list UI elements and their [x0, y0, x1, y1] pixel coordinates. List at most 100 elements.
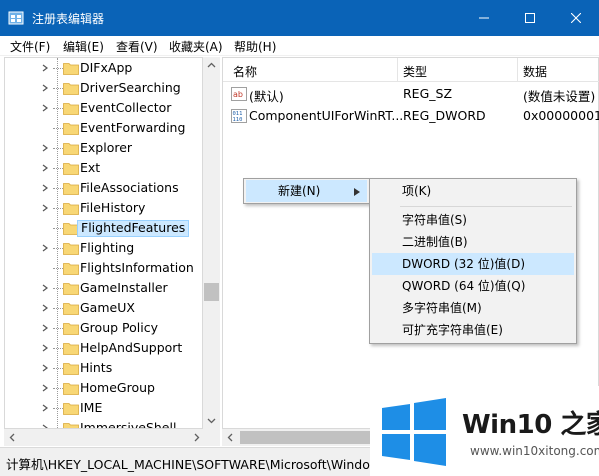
- tree-guide-line: [53, 368, 63, 369]
- current-key-path: 计算机\HKEY_LOCAL_MACHINE\SOFTWARE\Microsof…: [6, 457, 370, 472]
- tree-item[interactable]: ImmersiveShell: [5, 418, 202, 429]
- menu-favorites[interactable]: 收藏夹(A): [169, 38, 223, 55]
- scroll-left-icon[interactable]: [8, 433, 17, 442]
- column-header-type[interactable]: 类型: [403, 63, 427, 80]
- tree-guide-line: [53, 208, 63, 209]
- title-bar[interactable]: 注册表编辑器: [0, 0, 599, 36]
- tree-item[interactable]: FlightedFeatures: [5, 218, 202, 238]
- scroll-up-icon[interactable]: [207, 61, 216, 70]
- expand-chevron-icon[interactable]: [41, 344, 49, 352]
- tree-guide-line: [53, 188, 63, 189]
- scroll-right-icon[interactable]: [192, 433, 201, 442]
- value-data: (数值未设置): [523, 89, 596, 104]
- expand-chevron-icon[interactable]: [41, 284, 49, 292]
- tree-scroll-thumb[interactable]: [204, 283, 219, 301]
- tree-item-label: ImmersiveShell: [80, 420, 177, 429]
- context-menu-new[interactable]: 新建(N): [246, 180, 367, 202]
- tree-item[interactable]: FileAssociations: [5, 178, 202, 198]
- expand-chevron-icon[interactable]: [41, 304, 49, 312]
- tree-item[interactable]: EventCollector: [5, 98, 202, 118]
- tree-guide-line: [53, 308, 63, 309]
- submenu-item[interactable]: 多字符串值(M): [372, 297, 574, 319]
- tree-item[interactable]: GameInstaller: [5, 278, 202, 298]
- expand-chevron-icon[interactable]: [41, 324, 49, 332]
- context-menu: 新建(N): [243, 178, 370, 204]
- value-row-componentui[interactable]: 011 110 ComponentUIForWinRT... REG_DWORD…: [223, 105, 599, 127]
- submenu-arrow-icon: [354, 188, 360, 196]
- tree-item-label: Flighting: [80, 240, 135, 255]
- tree-item-label: HelpAndSupport: [80, 340, 183, 355]
- tree-item-label: HomeGroup: [80, 380, 155, 395]
- submenu-item[interactable]: DWORD (32 位)值(D): [372, 253, 574, 275]
- tree-item[interactable]: GameUX: [5, 298, 202, 318]
- menu-help[interactable]: 帮助(H): [234, 38, 276, 55]
- column-header-name[interactable]: 名称: [233, 63, 257, 80]
- expand-chevron-icon[interactable]: [41, 404, 49, 412]
- tree-item[interactable]: IME: [5, 398, 202, 418]
- tree-item[interactable]: Flighting: [5, 238, 202, 258]
- maximize-button[interactable]: [507, 0, 553, 36]
- tree-item[interactable]: EventForwarding: [5, 118, 202, 138]
- tree-item-label: FlightsInformation: [80, 260, 194, 275]
- menu-edit[interactable]: 编辑(E): [63, 38, 104, 55]
- minimize-button[interactable]: [461, 0, 507, 36]
- expand-chevron-icon[interactable]: [41, 104, 49, 112]
- tree-item-label: Group Policy: [80, 320, 158, 335]
- close-button[interactable]: [553, 0, 599, 36]
- tree-item-label: FileHistory: [80, 200, 146, 215]
- registry-key-tree[interactable]: DIFxApp DriverSearching EventCollector Even…: [4, 57, 203, 429]
- tree-item[interactable]: HomeGroup: [5, 378, 202, 398]
- tree-item[interactable]: Hints: [5, 358, 202, 378]
- tree-vertical-scrollbar[interactable]: [203, 57, 220, 429]
- value-type: REG_SZ: [403, 86, 453, 101]
- expand-chevron-icon[interactable]: [41, 244, 49, 252]
- tree-guide-line: [53, 388, 63, 389]
- tree-item-label: GameInstaller: [80, 280, 168, 295]
- tree-item[interactable]: FlightsInformation: [5, 258, 202, 278]
- submenu-item[interactable]: QWORD (64 位)值(Q): [372, 275, 574, 297]
- expand-chevron-icon[interactable]: [41, 204, 49, 212]
- scroll-down-icon[interactable]: [207, 416, 216, 425]
- tree-item[interactable]: HelpAndSupport: [5, 338, 202, 358]
- expand-chevron-icon[interactable]: [41, 84, 49, 92]
- list-scroll-left-icon[interactable]: [226, 433, 235, 442]
- tree-guide-line: [53, 88, 63, 89]
- context-menu-new-label: 新建(N): [278, 184, 321, 198]
- value-data: 0x00000001: [523, 108, 599, 123]
- expand-chevron-icon[interactable]: [41, 64, 49, 72]
- tree-item[interactable]: Ext: [5, 158, 202, 178]
- list-header: 名称 类型 数据: [223, 58, 599, 82]
- tree-item-label: EventCollector: [80, 100, 172, 115]
- maximize-icon: [525, 13, 535, 23]
- tree-item[interactable]: Group Policy: [5, 318, 202, 338]
- expand-chevron-icon[interactable]: [41, 164, 49, 172]
- string-value-icon: ab: [231, 87, 247, 101]
- submenu-item-label: 项(K): [402, 184, 432, 198]
- submenu-item[interactable]: 可扩充字符串值(E): [372, 319, 574, 341]
- tree-guide-line: [53, 268, 63, 269]
- tree-item[interactable]: FileHistory: [5, 198, 202, 218]
- submenu-item-key[interactable]: 项(K): [372, 180, 574, 202]
- value-type: REG_DWORD: [403, 108, 486, 123]
- tree-item[interactable]: Explorer: [5, 138, 202, 158]
- submenu-item-label: 字符串值(S): [402, 213, 467, 227]
- menu-file[interactable]: 文件(F): [10, 38, 50, 55]
- tree-item[interactable]: DIFxApp: [5, 58, 202, 78]
- submenu-item[interactable]: 二进制值(B): [372, 231, 574, 253]
- menu-view[interactable]: 查看(V): [116, 38, 158, 55]
- expand-chevron-icon[interactable]: [41, 184, 49, 192]
- column-divider[interactable]: [517, 58, 518, 82]
- expand-chevron-icon[interactable]: [41, 364, 49, 372]
- value-row-default[interactable]: ab (默认) REG_SZ (数值未设置): [223, 83, 599, 105]
- tree-item[interactable]: DriverSearching: [5, 78, 202, 98]
- expand-chevron-icon[interactable]: [41, 144, 49, 152]
- tree-item-label: Explorer: [80, 140, 133, 155]
- submenu-item[interactable]: 字符串值(S): [372, 209, 574, 231]
- column-divider[interactable]: [397, 58, 398, 82]
- menu-separator: [400, 206, 572, 207]
- tree-item-label: FileAssociations: [80, 180, 179, 195]
- tree-horizontal-scrollbar[interactable]: [4, 429, 220, 446]
- value-name: ComponentUIForWinRT...: [249, 108, 404, 123]
- column-header-data[interactable]: 数据: [523, 63, 547, 80]
- expand-chevron-icon[interactable]: [41, 384, 49, 392]
